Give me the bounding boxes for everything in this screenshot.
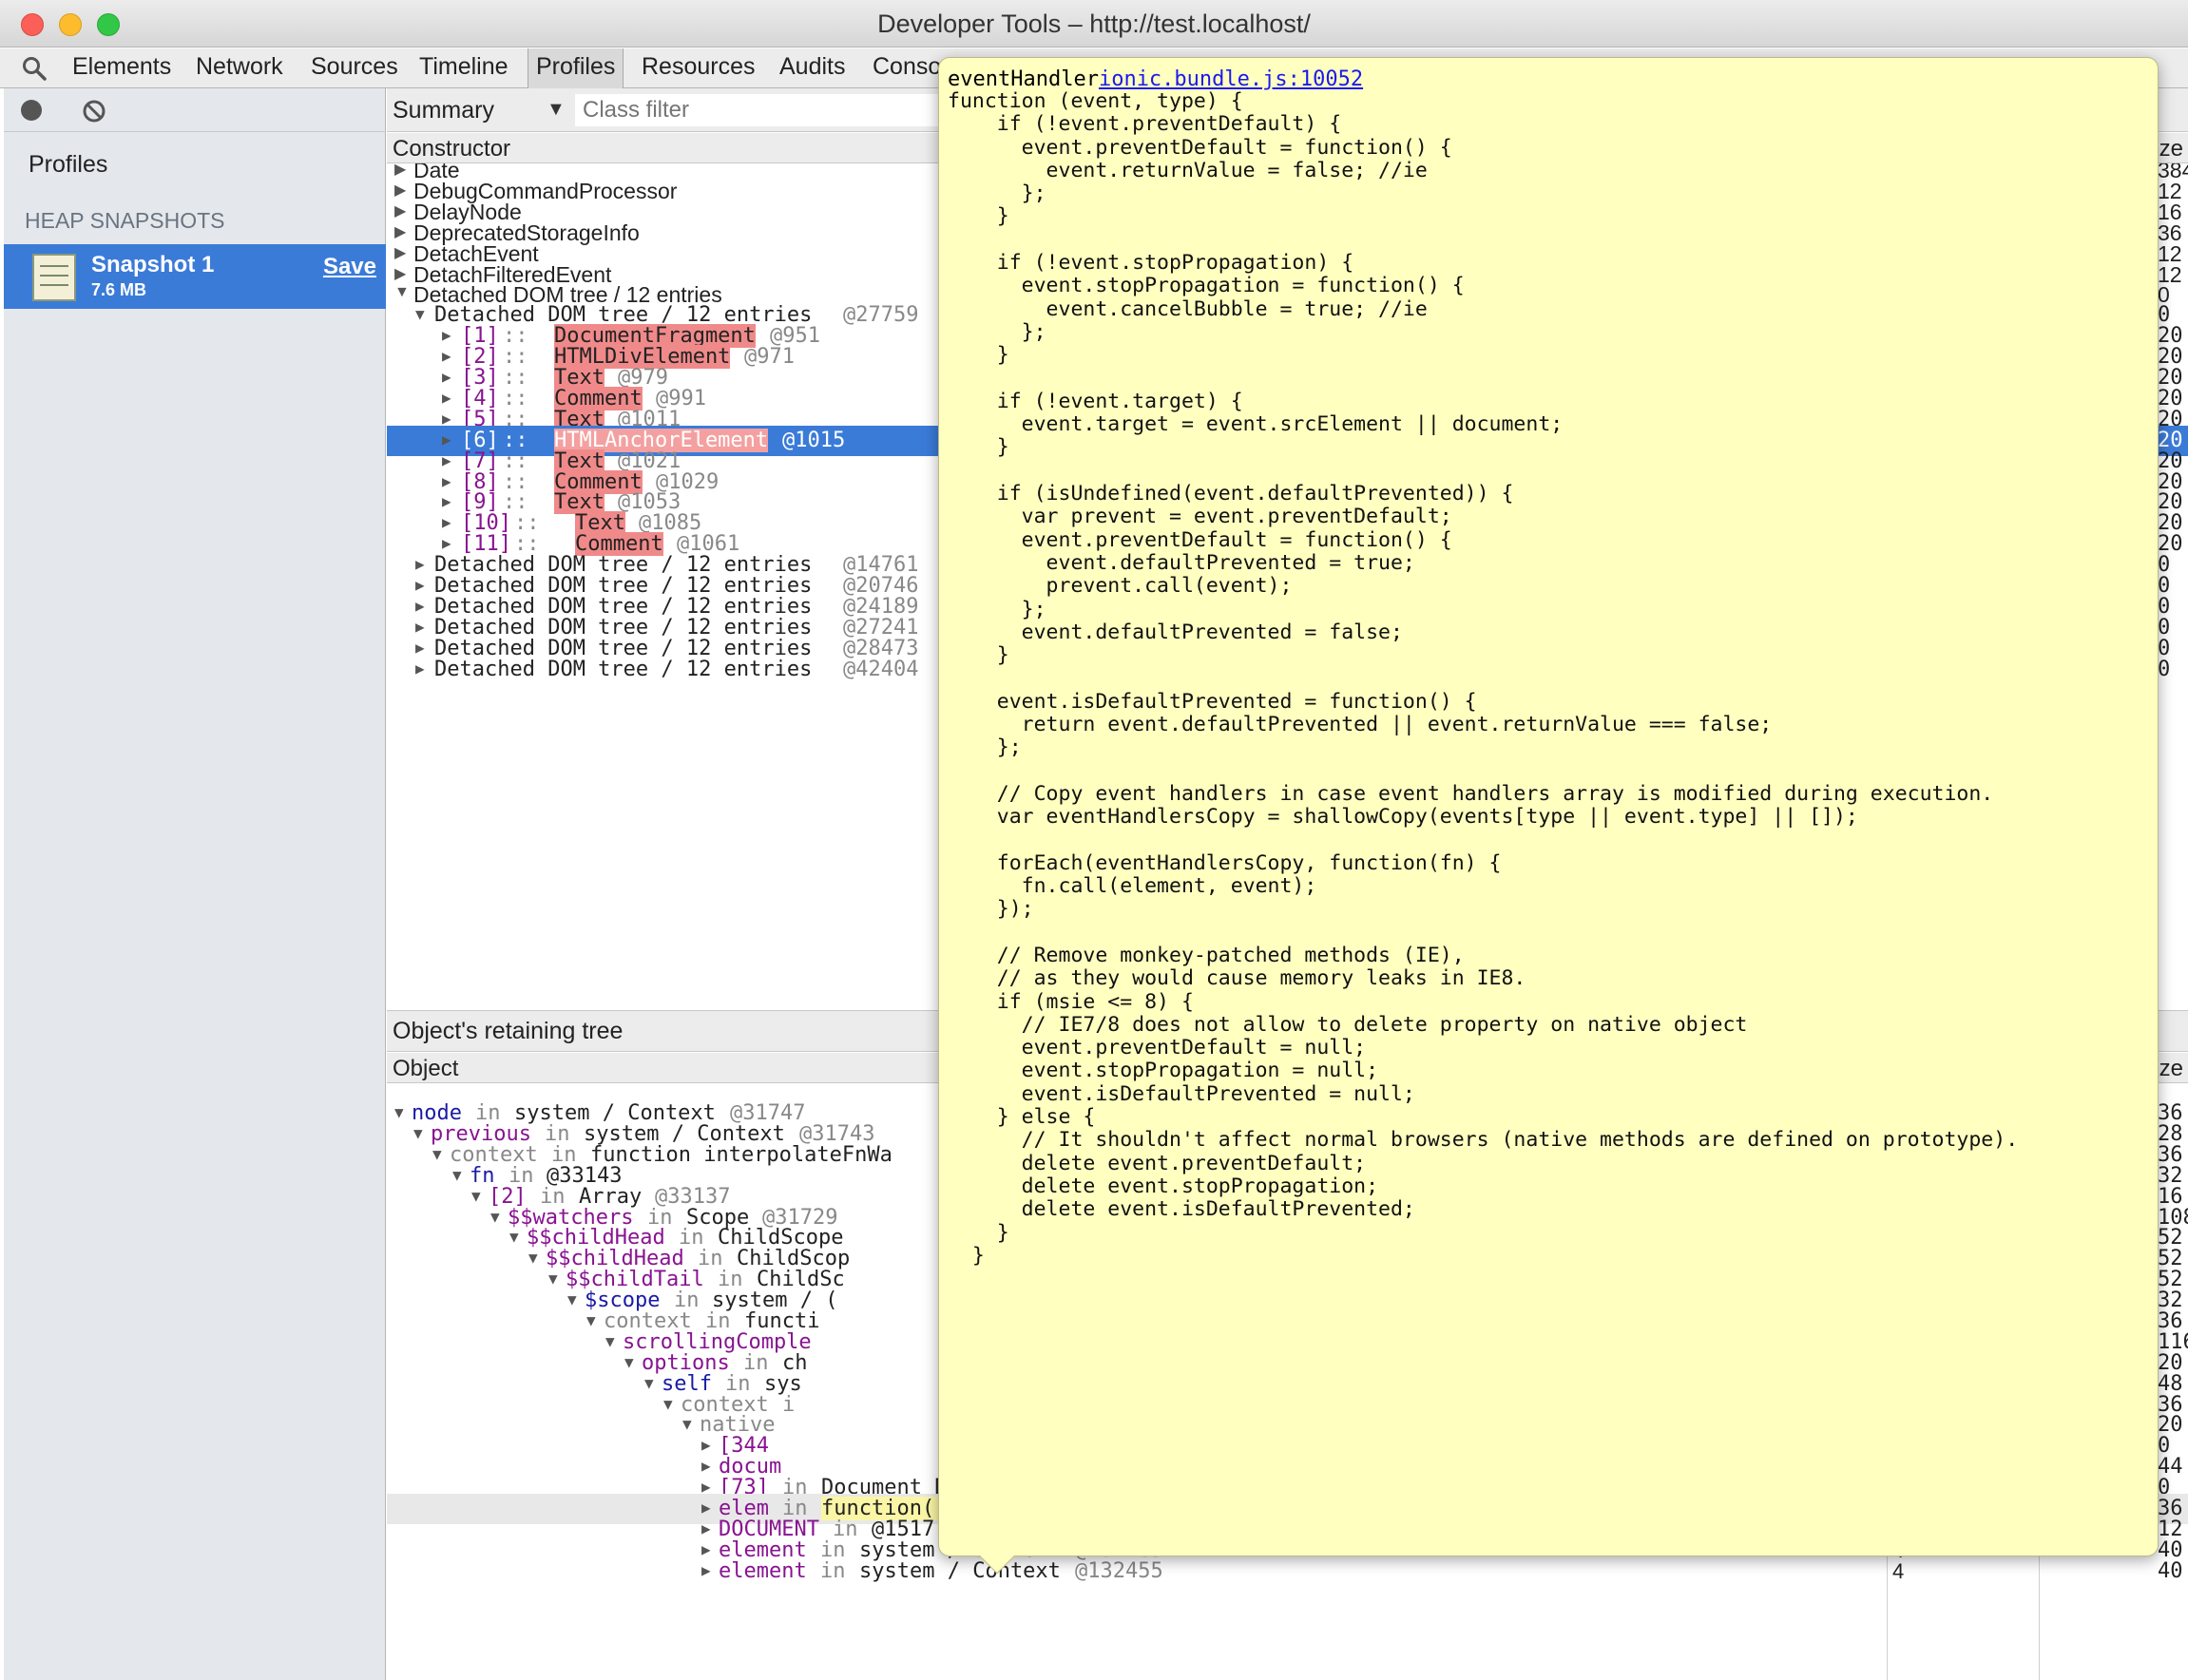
sidebar-toolbar [4,88,386,132]
retainer-row[interactable]: ▶ element in system / Context @132455 4 40 [387,1556,2188,1587]
save-snapshot-link[interactable]: Save [323,254,376,280]
constructor-header-label: Constructor [393,136,511,162]
record-icon[interactable] [21,100,42,121]
tree-id: @42404 [843,658,919,681]
search-icon[interactable] [21,55,48,86]
snapshot-size: 7.6 MB [91,280,147,299]
tab-resources[interactable]: Resources [642,53,756,81]
snapshot-name: Snapshot 1 [91,252,215,277]
source-location-link[interactable]: ionic.bundle.js:10052 [1099,67,1363,91]
retainer-name: element [719,1559,807,1583]
retainer-keyword: in [820,1559,846,1583]
tab-elements[interactable]: Elements [72,53,171,81]
title-bar: Developer Tools – http://test.localhost/ [0,0,2188,48]
triangle-right-icon[interactable]: ▶ [701,1561,711,1579]
window-title: Developer Tools – http://test.localhost/ [877,10,1311,38]
tab-audits[interactable]: Audits [779,53,845,81]
triangle-down-icon[interactable]: ▼ [394,284,410,301]
retainer-id: @132455 [1075,1559,1163,1583]
retainer-distance: 4 [1892,1559,1905,1583]
retainer-size: 40 [2158,1559,2183,1583]
tab-timeline[interactable]: Timeline [419,53,509,81]
sidebar-item-snapshot-1[interactable]: Snapshot 1 7.6 MB Save [4,244,386,309]
profiles-sidebar: Profiles HEAP SNAPSHOTS Snapshot 1 7.6 M… [4,88,386,1680]
object-header-label: Object [393,1056,459,1081]
function-source-popover: eventHandlerionic.bundle.js:10052 functi… [938,57,2159,1575]
function-source-code: function (event, type) { if (!event.prev… [948,89,2019,1268]
view-selector[interactable]: Summary [393,97,494,124]
clear-icon[interactable] [82,99,106,128]
dropdown-arrow-icon[interactable]: ▼ [547,99,566,121]
tab-profiles[interactable]: Profiles [528,48,624,88]
tab-console[interactable]: Conso [873,53,941,81]
sidebar-title: Profiles [29,151,108,178]
devtools-window: Developer Tools – http://test.localhost/… [0,0,2188,1680]
tree-size: 0 [2158,658,2171,681]
heap-snapshot-icon [32,254,76,301]
heap-snapshots-heading: HEAP SNAPSHOTS [25,208,225,233]
tab-network[interactable]: Network [196,53,283,81]
tab-sources[interactable]: Sources [311,53,398,81]
popover-header: eventHandlerionic.bundle.js:10052 [948,67,1363,91]
triangle-right-icon[interactable]: ▶ [415,659,425,678]
retaining-tree-title: Object's retaining tree [393,1018,624,1044]
retainer-owner: system / Context [859,1559,1061,1583]
tree-label: Detached DOM tree / 12 entries [434,658,813,681]
function-name: eventHandler [948,67,1099,91]
